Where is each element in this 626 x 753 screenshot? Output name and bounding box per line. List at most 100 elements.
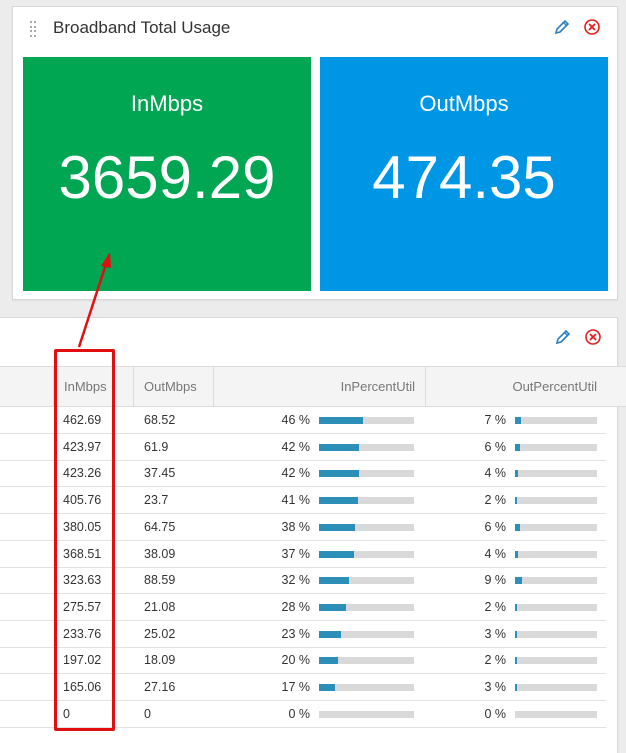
out-percent-bar <box>515 443 597 451</box>
close-circle-icon[interactable] <box>583 18 601 36</box>
cell-inmbps: 405.76 <box>63 493 102 508</box>
cell-inpercentutil: 17 % <box>281 680 311 694</box>
out-percent-bar-fill <box>515 603 518 611</box>
in-percent-bar-fill <box>319 577 350 585</box>
out-mbps-tile: OutMbps 474.35 <box>320 57 608 291</box>
in-percent-bar <box>319 443 414 451</box>
in-percent-bar <box>319 550 414 558</box>
out-percent-bar-fill <box>515 523 520 531</box>
out-percent-bar <box>515 470 597 478</box>
table-row[interactable]: 323.63 88.59 32 % 9 % <box>0 567 606 595</box>
table-row[interactable]: 233.76 25.02 23 % 3 % <box>0 621 606 648</box>
pencil-icon[interactable] <box>553 18 571 36</box>
cell-outmbps: 61.9 <box>144 439 169 454</box>
out-percent-bar <box>515 523 597 531</box>
cell-inpercentutil: 0 % <box>288 706 310 721</box>
cell-outpercentutil: 4 % <box>484 466 506 481</box>
cell-inpercentutil: 42 % <box>281 466 311 481</box>
out-percent-bar-fill <box>515 417 521 424</box>
out-percent-bar-fill <box>515 577 523 585</box>
cell-inmbps: 423.97 <box>63 439 102 454</box>
column-header-inmbps[interactable]: InMbps <box>53 367 133 406</box>
table-row[interactable]: 275.57 21.08 28 % 2 % <box>0 594 606 621</box>
cell-outmbps: 25.02 <box>144 626 176 641</box>
in-percent-bar-fill <box>319 657 338 665</box>
table-row[interactable]: 380.05 64.75 38 % 6 % <box>0 514 606 541</box>
table-row[interactable]: 462.69 68.52 46 % 7 % <box>0 407 606 434</box>
out-percent-bar <box>515 603 597 611</box>
cell-inmbps: 462.69 <box>63 413 102 427</box>
cell-inpercentutil: 38 % <box>281 519 311 534</box>
cell-outpercentutil: 2 % <box>484 493 506 508</box>
in-percent-bar-fill <box>319 417 363 424</box>
cell-outmbps: 37.45 <box>144 466 176 481</box>
cell-outmbps: 18.09 <box>144 653 176 668</box>
cell-outpercentutil: 6 % <box>484 439 506 454</box>
cell-inmbps: 233.76 <box>63 626 102 641</box>
cell-outpercentutil: 3 % <box>484 680 506 694</box>
out-percent-bar-fill <box>515 684 518 691</box>
out-percent-bar <box>515 417 597 424</box>
in-percent-bar-fill <box>319 497 358 505</box>
in-percent-bar <box>319 684 414 691</box>
out-mbps-value: 474.35 <box>372 144 556 211</box>
out-percent-bar-fill <box>515 630 518 638</box>
in-percent-bar-fill <box>319 684 336 691</box>
in-percent-bar <box>319 577 414 585</box>
in-percent-bar-fill <box>319 630 341 638</box>
table-row[interactable]: 423.97 61.9 42 % 6 % <box>0 434 606 461</box>
in-mbps-label: InMbps <box>130 91 204 116</box>
cell-inmbps: 380.05 <box>63 519 102 534</box>
cell-inpercentutil: 23 % <box>281 626 311 641</box>
in-percent-bar <box>319 470 414 478</box>
table-header: InMbps OutMbps InPercentUtil OutPercentU… <box>0 366 626 407</box>
widget-title: Broadband Total Usage <box>53 18 231 37</box>
table-row[interactable]: 405.76 23.7 41 % 2 % <box>0 487 606 515</box>
out-percent-bar-fill <box>515 657 518 665</box>
column-header-outpercentutil[interactable]: OutPercentUtil <box>425 367 607 406</box>
pencil-icon[interactable] <box>554 328 572 346</box>
cell-outpercentutil: 7 % <box>484 413 506 427</box>
in-percent-bar <box>319 603 414 611</box>
cell-outpercentutil: 6 % <box>484 519 506 534</box>
cell-inpercentutil: 20 % <box>281 653 311 668</box>
drag-handle-icon[interactable] <box>30 21 36 37</box>
table-row[interactable]: 165.06 27.16 17 % 3 % <box>0 674 606 701</box>
column-header-outmbps[interactable]: OutMbps <box>133 367 213 406</box>
cell-outpercentutil: 4 % <box>484 546 506 561</box>
table-row[interactable]: 197.02 18.09 20 % 2 % <box>0 647 606 675</box>
out-percent-bar <box>515 630 597 638</box>
cell-inpercentutil: 41 % <box>281 493 311 508</box>
cell-outmbps: 27.16 <box>144 680 176 694</box>
cell-outmbps: 64.75 <box>144 519 176 534</box>
close-circle-icon[interactable] <box>584 328 602 346</box>
cell-outmbps: 21.08 <box>144 599 176 614</box>
in-percent-bar <box>319 523 414 531</box>
out-percent-bar <box>515 684 597 691</box>
out-percent-bar <box>515 497 597 505</box>
cell-inmbps: 323.63 <box>63 573 102 588</box>
out-percent-bar-fill <box>515 550 519 558</box>
cell-inpercentutil: 46 % <box>281 413 311 427</box>
cell-inmbps: 197.02 <box>63 653 102 668</box>
cell-inmbps: 0 <box>63 706 70 721</box>
cell-inpercentutil: 42 % <box>281 439 311 454</box>
column-header-inpercentutil[interactable]: InPercentUtil <box>213 367 425 406</box>
cell-outmbps: 0 <box>144 706 151 721</box>
in-percent-bar <box>319 497 414 505</box>
table-row[interactable]: 423.26 37.45 42 % 4 % <box>0 460 606 488</box>
cell-inpercentutil: 32 % <box>281 573 311 588</box>
in-percent-bar-fill <box>319 443 359 451</box>
table-row[interactable]: 0 0 0 % 0 % <box>0 701 606 728</box>
in-percent-bar-fill <box>319 603 346 611</box>
cell-outpercentutil: 2 % <box>484 653 506 668</box>
in-percent-bar-fill <box>319 470 359 478</box>
in-percent-bar <box>319 657 414 665</box>
table-row[interactable]: 368.51 38.09 37 % 4 % <box>0 541 606 568</box>
cell-outpercentutil: 9 % <box>484 573 506 588</box>
out-mbps-label: OutMbps <box>419 91 509 116</box>
cell-outpercentutil: 3 % <box>484 626 506 641</box>
out-percent-bar <box>515 657 597 665</box>
cell-outmbps: 68.52 <box>144 413 176 427</box>
cell-inpercentutil: 37 % <box>281 546 311 561</box>
